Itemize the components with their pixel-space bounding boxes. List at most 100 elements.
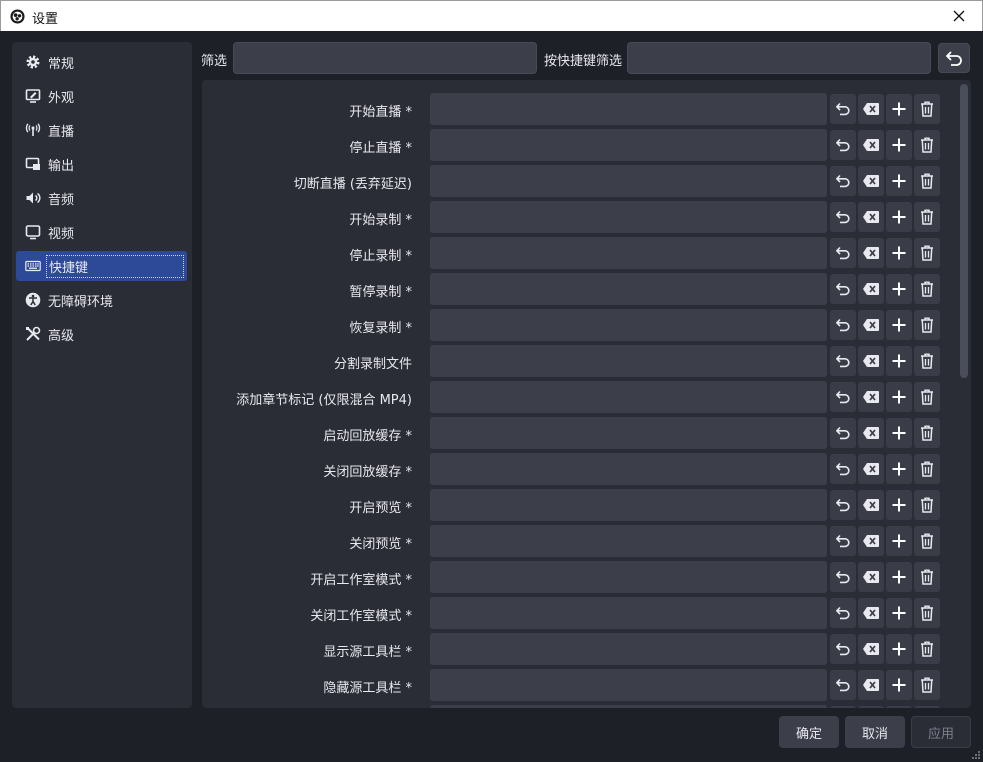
add-hotkey-button[interactable] xyxy=(886,598,912,628)
sidebar-item-appearance[interactable]: 外观 xyxy=(16,81,187,111)
add-hotkey-button[interactable] xyxy=(886,166,912,196)
clear-hotkey-button[interactable] xyxy=(858,202,884,232)
remove-hotkey-button[interactable] xyxy=(914,634,940,664)
close-button[interactable] xyxy=(936,1,982,31)
hotkey-input[interactable] xyxy=(430,561,827,593)
clear-hotkey-button[interactable] xyxy=(858,310,884,340)
add-hotkey-button[interactable] xyxy=(886,526,912,556)
revert-hotkey-button[interactable] xyxy=(830,382,856,412)
add-hotkey-button[interactable] xyxy=(886,706,912,708)
hotkey-input[interactable] xyxy=(430,345,827,377)
add-hotkey-button[interactable] xyxy=(886,94,912,124)
clear-hotkey-button[interactable] xyxy=(858,94,884,124)
hotkey-input[interactable] xyxy=(430,489,827,521)
add-hotkey-button[interactable] xyxy=(886,418,912,448)
revert-hotkey-button[interactable] xyxy=(830,490,856,520)
revert-hotkey-button[interactable] xyxy=(830,310,856,340)
apply-button[interactable]: 应用 xyxy=(911,716,971,748)
sidebar-item-audio[interactable]: 音频 xyxy=(16,183,187,213)
remove-hotkey-button[interactable] xyxy=(914,418,940,448)
ok-button[interactable]: 确定 xyxy=(779,716,839,748)
clear-hotkey-button[interactable] xyxy=(858,454,884,484)
remove-hotkey-button[interactable] xyxy=(914,202,940,232)
sidebar-item-stream[interactable]: 直播 xyxy=(16,115,187,145)
clear-hotkey-button[interactable] xyxy=(858,238,884,268)
hotkey-input[interactable] xyxy=(430,669,827,701)
hotkey-input[interactable] xyxy=(430,633,827,665)
hotkey-input[interactable] xyxy=(430,309,827,341)
add-hotkey-button[interactable] xyxy=(886,670,912,700)
remove-hotkey-button[interactable] xyxy=(914,706,940,708)
revert-hotkey-button[interactable] xyxy=(830,562,856,592)
filter-input[interactable] xyxy=(233,42,537,74)
hotkey-input[interactable] xyxy=(430,165,827,197)
clear-hotkey-button[interactable] xyxy=(858,166,884,196)
clear-hotkey-button[interactable] xyxy=(858,346,884,376)
remove-hotkey-button[interactable] xyxy=(914,166,940,196)
remove-hotkey-button[interactable] xyxy=(914,526,940,556)
sidebar-item-accessibility[interactable]: 无障碍环境 xyxy=(16,285,187,315)
add-hotkey-button[interactable] xyxy=(886,490,912,520)
revert-hotkey-button[interactable] xyxy=(830,526,856,556)
revert-hotkey-button[interactable] xyxy=(830,706,856,708)
hotkey-input[interactable] xyxy=(430,93,827,125)
revert-hotkey-button[interactable] xyxy=(830,418,856,448)
hotkey-input[interactable] xyxy=(430,201,827,233)
revert-hotkey-button[interactable] xyxy=(830,130,856,160)
hotkey-filter-input[interactable] xyxy=(627,42,931,74)
sidebar-item-advanced[interactable]: 高级 xyxy=(16,319,187,349)
clear-hotkey-button[interactable] xyxy=(858,382,884,412)
revert-hotkey-button[interactable] xyxy=(830,598,856,628)
add-hotkey-button[interactable] xyxy=(886,238,912,268)
hotkey-input[interactable] xyxy=(430,129,827,161)
add-hotkey-button[interactable] xyxy=(886,634,912,664)
remove-hotkey-button[interactable] xyxy=(914,94,940,124)
clear-hotkey-button[interactable] xyxy=(858,274,884,304)
remove-hotkey-button[interactable] xyxy=(914,310,940,340)
add-hotkey-button[interactable] xyxy=(886,562,912,592)
remove-hotkey-button[interactable] xyxy=(914,670,940,700)
revert-hotkey-button[interactable] xyxy=(830,346,856,376)
add-hotkey-button[interactable] xyxy=(886,202,912,232)
revert-hotkey-button[interactable] xyxy=(830,94,856,124)
revert-hotkey-button[interactable] xyxy=(830,274,856,304)
revert-hotkey-button[interactable] xyxy=(830,670,856,700)
clear-hotkey-button[interactable] xyxy=(858,670,884,700)
clear-hotkey-button[interactable] xyxy=(858,418,884,448)
clear-hotkey-button[interactable] xyxy=(858,526,884,556)
clear-hotkey-button[interactable] xyxy=(858,706,884,708)
hotkey-input[interactable] xyxy=(430,453,827,485)
remove-hotkey-button[interactable] xyxy=(914,598,940,628)
hotkey-input[interactable] xyxy=(430,525,827,557)
hotkey-input[interactable] xyxy=(430,237,827,269)
revert-hotkey-button[interactable] xyxy=(830,454,856,484)
clear-hotkey-button[interactable] xyxy=(858,634,884,664)
remove-hotkey-button[interactable] xyxy=(914,346,940,376)
add-hotkey-button[interactable] xyxy=(886,130,912,160)
remove-hotkey-button[interactable] xyxy=(914,454,940,484)
hotkey-input[interactable] xyxy=(430,417,827,449)
add-hotkey-button[interactable] xyxy=(886,310,912,340)
hotkey-input[interactable] xyxy=(430,273,827,305)
remove-hotkey-button[interactable] xyxy=(914,130,940,160)
hotkey-input[interactable] xyxy=(430,381,827,413)
clear-hotkey-button[interactable] xyxy=(858,490,884,520)
clear-hotkey-button[interactable] xyxy=(858,130,884,160)
sidebar-item-output[interactable]: 输出 xyxy=(16,149,187,179)
add-hotkey-button[interactable] xyxy=(886,382,912,412)
clear-hotkey-button[interactable] xyxy=(858,562,884,592)
sidebar-item-hotkeys[interactable]: 快捷键 xyxy=(16,251,187,281)
hotkey-input[interactable] xyxy=(430,705,827,708)
remove-hotkey-button[interactable] xyxy=(914,382,940,412)
remove-hotkey-button[interactable] xyxy=(914,238,940,268)
add-hotkey-button[interactable] xyxy=(886,274,912,304)
clear-hotkey-button[interactable] xyxy=(858,598,884,628)
sidebar-item-video[interactable]: 视频 xyxy=(16,217,187,247)
sidebar-item-general[interactable]: 常规 xyxy=(16,47,187,77)
hotkey-input[interactable] xyxy=(430,597,827,629)
remove-hotkey-button[interactable] xyxy=(914,562,940,592)
scrollbar-thumb[interactable] xyxy=(960,84,968,378)
revert-hotkey-button[interactable] xyxy=(830,238,856,268)
cancel-button[interactable]: 取消 xyxy=(845,716,905,748)
revert-hotkey-button[interactable] xyxy=(830,634,856,664)
